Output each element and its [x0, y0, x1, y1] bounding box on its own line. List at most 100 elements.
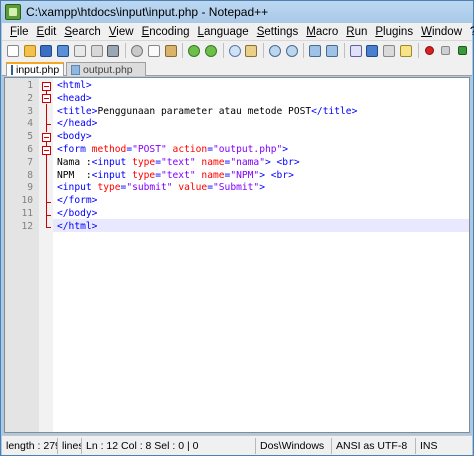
word-wrap-icon[interactable] — [348, 43, 363, 59]
menu-plugins[interactable]: Plugins — [371, 26, 417, 38]
toolbar-separator — [263, 43, 264, 58]
line-number: 6 — [27, 144, 33, 155]
tab-output-php[interactable]: output.php — [66, 62, 146, 76]
toolbar-separator — [417, 43, 419, 58]
status-insert-mode[interactable]: INS — [416, 438, 468, 454]
toolbar-separator — [343, 43, 345, 58]
status-eol[interactable]: Dos\Windows — [256, 437, 332, 454]
code-line: <input type="submit" value="Submit"> — [57, 182, 265, 194]
line-number: 5 — [27, 131, 33, 143]
line-number: 7 — [27, 156, 33, 168]
fold-end-marker — [46, 227, 51, 228]
fold-guide-line — [46, 90, 47, 95]
fold-guide-line — [46, 104, 47, 124]
fold-toggle-icon[interactable] — [42, 145, 51, 155]
line-number: 4 — [27, 118, 33, 130]
code-line: <form method="POST" action="output.php"> — [57, 144, 289, 155]
menu-search[interactable]: Search — [60, 26, 104, 38]
redo-icon[interactable] — [203, 43, 218, 59]
zoom-in-icon[interactable] — [267, 43, 282, 59]
status-bar: length : 279 lines : 12 Ln : 12 Col : 8 … — [2, 435, 472, 455]
play-macro-icon[interactable] — [455, 43, 470, 59]
line-number: 12 — [21, 220, 33, 232]
menu-macro[interactable]: Macro — [302, 26, 342, 38]
replace-icon[interactable] — [243, 43, 258, 59]
file-saved-icon — [11, 65, 13, 75]
window-title: C:\xampp\htdocs\input\input.php - Notepa… — [26, 5, 269, 19]
fold-toggle-icon[interactable] — [42, 81, 51, 91]
zoom-out-icon[interactable] — [284, 43, 299, 59]
menu-run[interactable]: Run — [342, 26, 371, 38]
tab-label: output.php — [83, 63, 133, 76]
line-number: 10 — [21, 195, 33, 207]
fold-toggle-icon[interactable] — [42, 94, 51, 104]
status-length: length : 279 — [2, 437, 58, 454]
menu-bar: File Edit Search View Encoding Language … — [2, 23, 474, 40]
menu-language[interactable]: Language — [194, 26, 253, 38]
cut-icon[interactable] — [129, 43, 144, 59]
copy-icon[interactable] — [146, 43, 161, 59]
save-icon[interactable] — [38, 43, 53, 59]
code-line: <body> — [57, 131, 92, 143]
fold-guide-line — [46, 215, 47, 227]
record-macro-icon[interactable] — [422, 43, 437, 59]
title-bar[interactable]: C:\xampp\htdocs\input\input.php - Notepa… — [1, 1, 473, 23]
close-icon[interactable] — [72, 43, 87, 59]
save-all-icon[interactable] — [55, 43, 70, 59]
status-encoding[interactable]: ANSI as UTF-8 — [332, 437, 416, 454]
line-number: 3 — [27, 105, 33, 117]
fold-guide-line — [46, 154, 47, 203]
line-number: 9 — [27, 182, 33, 194]
print-icon[interactable] — [105, 43, 120, 59]
code-editor[interactable]: 1 2 3 4 5 6 7 8 9 10 11 12 <html> <head>… — [4, 77, 470, 433]
status-position: Ln : 12 Col : 8 Sel : 0 | 0 — [82, 437, 256, 454]
sync-v-icon[interactable] — [307, 43, 322, 59]
fold-toggle-icon[interactable] — [42, 132, 51, 142]
close-all-icon[interactable] — [89, 43, 104, 59]
undo-icon[interactable] — [186, 43, 201, 59]
toolbar-separator — [303, 43, 305, 58]
fold-guide-line — [46, 203, 47, 215]
menu-file[interactable]: File — [6, 26, 33, 38]
code-line: NPM :<input type="text" name="NPM"> <br> — [57, 169, 294, 181]
find-icon[interactable] — [227, 43, 242, 59]
stop-macro-icon[interactable] — [438, 43, 453, 59]
menu-window[interactable]: Window — [417, 26, 466, 38]
notepadpp-app-icon — [5, 4, 21, 20]
toolbar-separator — [182, 43, 184, 58]
document-tab-bar: input.php output.php — [2, 60, 472, 76]
menu-help[interactable]: ? — [466, 26, 474, 38]
line-number: 1 — [27, 80, 33, 91]
toolbar-separator — [222, 43, 224, 58]
toolbar — [2, 40, 472, 60]
fold-guide-line — [46, 125, 47, 132]
line-number: 8 — [27, 169, 33, 181]
code-line: <html> — [57, 80, 92, 91]
code-line: </head> — [57, 118, 98, 130]
code-line: <head> — [57, 92, 92, 104]
tab-label: input.php — [16, 64, 60, 76]
status-lines: lines : 12 — [58, 437, 82, 454]
new-file-icon[interactable] — [5, 43, 20, 59]
show-all-chars-icon[interactable] — [364, 43, 379, 59]
open-file-icon[interactable] — [22, 43, 37, 59]
menu-encoding[interactable]: Encoding — [138, 26, 194, 38]
menu-view[interactable]: View — [105, 26, 138, 38]
indent-guide-icon[interactable] — [381, 43, 396, 59]
file-saved-icon — [71, 64, 80, 75]
language-icon[interactable] — [398, 43, 413, 59]
code-line: </body> — [57, 208, 98, 219]
tab-input-php[interactable]: input.php — [6, 62, 64, 76]
line-number: 11 — [21, 208, 33, 219]
menu-settings[interactable]: Settings — [253, 26, 303, 38]
sync-h-icon[interactable] — [324, 43, 339, 59]
code-line: </html> — [57, 220, 98, 232]
code-line: </form> — [57, 195, 98, 207]
menu-edit[interactable]: Edit — [33, 26, 61, 38]
paste-icon[interactable] — [163, 43, 178, 59]
code-line: <title>Penggunaan parameter atau metode … — [57, 105, 358, 117]
notepadpp-window: C:\xampp\htdocs\input\input.php - Notepa… — [0, 0, 474, 456]
toolbar-separator — [125, 43, 127, 58]
code-line: Nama :<input type="text" name="nama"> <b… — [57, 156, 300, 168]
code-text-area[interactable]: <html> <head> <title>Penggunaan paramete… — [53, 78, 469, 432]
